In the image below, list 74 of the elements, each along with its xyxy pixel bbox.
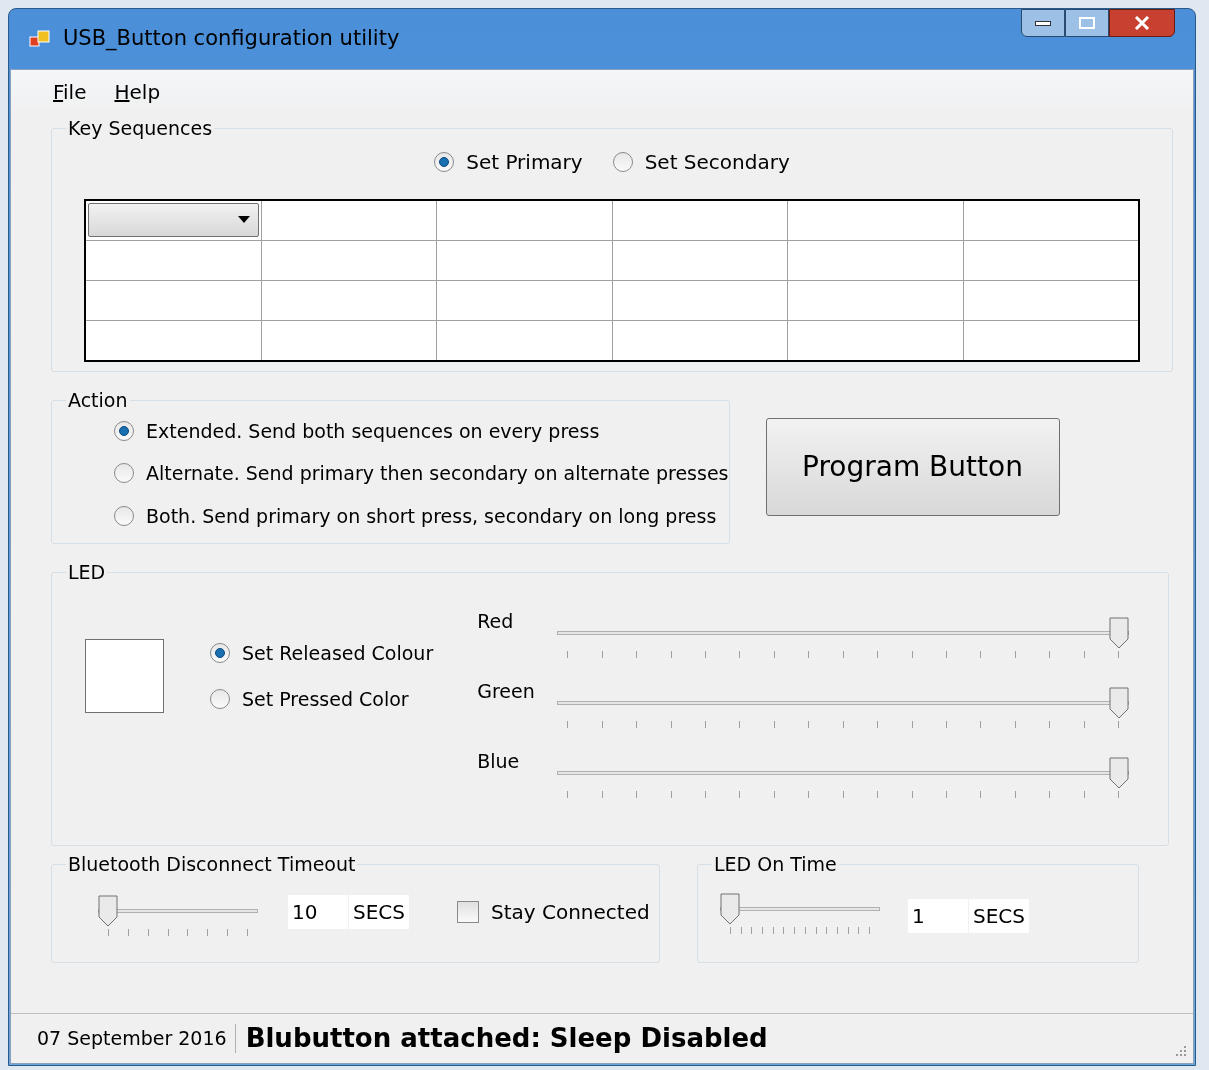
slider-thumb[interactable] bbox=[720, 892, 740, 925]
grid-cell[interactable] bbox=[612, 200, 787, 240]
window-title: USB_Button configuration utility bbox=[63, 25, 400, 53]
slider-track[interactable] bbox=[557, 616, 1130, 651]
grid-cell[interactable] bbox=[612, 320, 787, 360]
slider-thumb[interactable] bbox=[1109, 756, 1130, 789]
radio-label: Extended. Send both sequences on every press bbox=[146, 418, 600, 444]
channel-label: Green bbox=[477, 678, 536, 704]
grid-cell[interactable] bbox=[963, 320, 1138, 360]
group-title: Bluetooth Disconnect Timeout bbox=[67, 852, 357, 877]
maximize-button[interactable] bbox=[1065, 9, 1109, 37]
grid-cell[interactable] bbox=[612, 240, 787, 280]
radio-button[interactable] bbox=[434, 151, 455, 172]
program-button[interactable]: Program Button bbox=[765, 418, 1060, 516]
grid-cell[interactable] bbox=[86, 240, 261, 280]
radio-label: Both. Send primary on short press, secondary on long press bbox=[146, 503, 717, 529]
channel-label: Blue bbox=[477, 748, 521, 774]
status-message: Blubutton attached: Sleep Disabled bbox=[244, 1022, 768, 1055]
radio-button[interactable] bbox=[114, 505, 134, 526]
app-icon bbox=[29, 28, 51, 50]
radio-button[interactable] bbox=[210, 689, 230, 710]
grid-cell[interactable] bbox=[261, 320, 436, 360]
grid-cell[interactable] bbox=[963, 240, 1138, 280]
radio-label: Set Secondary bbox=[644, 148, 790, 176]
grid-cell[interactable] bbox=[437, 320, 612, 360]
close-button[interactable] bbox=[1109, 9, 1175, 37]
unit-label: SECS bbox=[969, 898, 1029, 933]
radio-label: Set Primary bbox=[466, 148, 583, 176]
slider-thumb[interactable] bbox=[1109, 616, 1130, 649]
grid-cell[interactable] bbox=[788, 240, 963, 280]
menu-item[interactable]: Help bbox=[106, 75, 169, 109]
grid-cell[interactable] bbox=[437, 200, 612, 240]
slider-track[interactable] bbox=[557, 686, 1130, 721]
group-title: Action bbox=[67, 388, 129, 413]
dropdown-arrow-icon bbox=[237, 216, 250, 223]
slider-track[interactable] bbox=[98, 894, 258, 929]
resize-grip-icon bbox=[1173, 1043, 1187, 1057]
radio-label: Alternate. Send primary then secondary on alternate presses bbox=[146, 461, 729, 486]
grid-cell[interactable] bbox=[963, 200, 1138, 240]
menu-item[interactable]: File bbox=[45, 75, 95, 109]
group-title: Key Sequences bbox=[67, 116, 214, 141]
radio-button[interactable] bbox=[210, 642, 230, 663]
channel-label: Red bbox=[477, 608, 515, 634]
slider-track[interactable] bbox=[557, 756, 1130, 791]
radio-button[interactable] bbox=[114, 463, 134, 484]
group-title: LED bbox=[67, 560, 107, 585]
radio-label: Set Pressed Color bbox=[242, 687, 409, 712]
number-field[interactable]: 1 bbox=[908, 898, 968, 933]
grid-cell[interactable] bbox=[261, 280, 436, 320]
slider-thumb[interactable] bbox=[98, 894, 118, 927]
status-date: 07 September 2016 bbox=[11, 1024, 236, 1053]
radio-label: Set Released Colour bbox=[242, 640, 434, 666]
grid-cell[interactable] bbox=[788, 320, 963, 360]
number-field[interactable]: 10 bbox=[288, 894, 348, 929]
radio-button[interactable] bbox=[612, 151, 633, 172]
unit-label: SECS bbox=[349, 894, 409, 929]
grid-cell[interactable] bbox=[612, 280, 787, 320]
grid-cell[interactable] bbox=[788, 200, 963, 240]
grid-cell[interactable] bbox=[437, 240, 612, 280]
slider-thumb[interactable] bbox=[1109, 686, 1130, 719]
grid-cell[interactable] bbox=[261, 240, 436, 280]
radio-button[interactable] bbox=[114, 420, 134, 441]
grid-cell[interactable] bbox=[963, 280, 1138, 320]
checkbox-label: Stay Connected bbox=[491, 898, 650, 926]
checkbox[interactable] bbox=[457, 900, 479, 923]
grid-cell[interactable] bbox=[788, 280, 963, 320]
grid-cell[interactable] bbox=[86, 280, 261, 320]
group-title: LED On Time bbox=[713, 852, 838, 877]
grid-cell[interactable] bbox=[437, 280, 612, 320]
grid-cell[interactable] bbox=[261, 200, 436, 240]
slider-track[interactable] bbox=[720, 892, 880, 927]
grid-cell[interactable] bbox=[86, 320, 261, 360]
minimize-button[interactable] bbox=[1021, 9, 1065, 37]
close-icon bbox=[1134, 16, 1150, 30]
